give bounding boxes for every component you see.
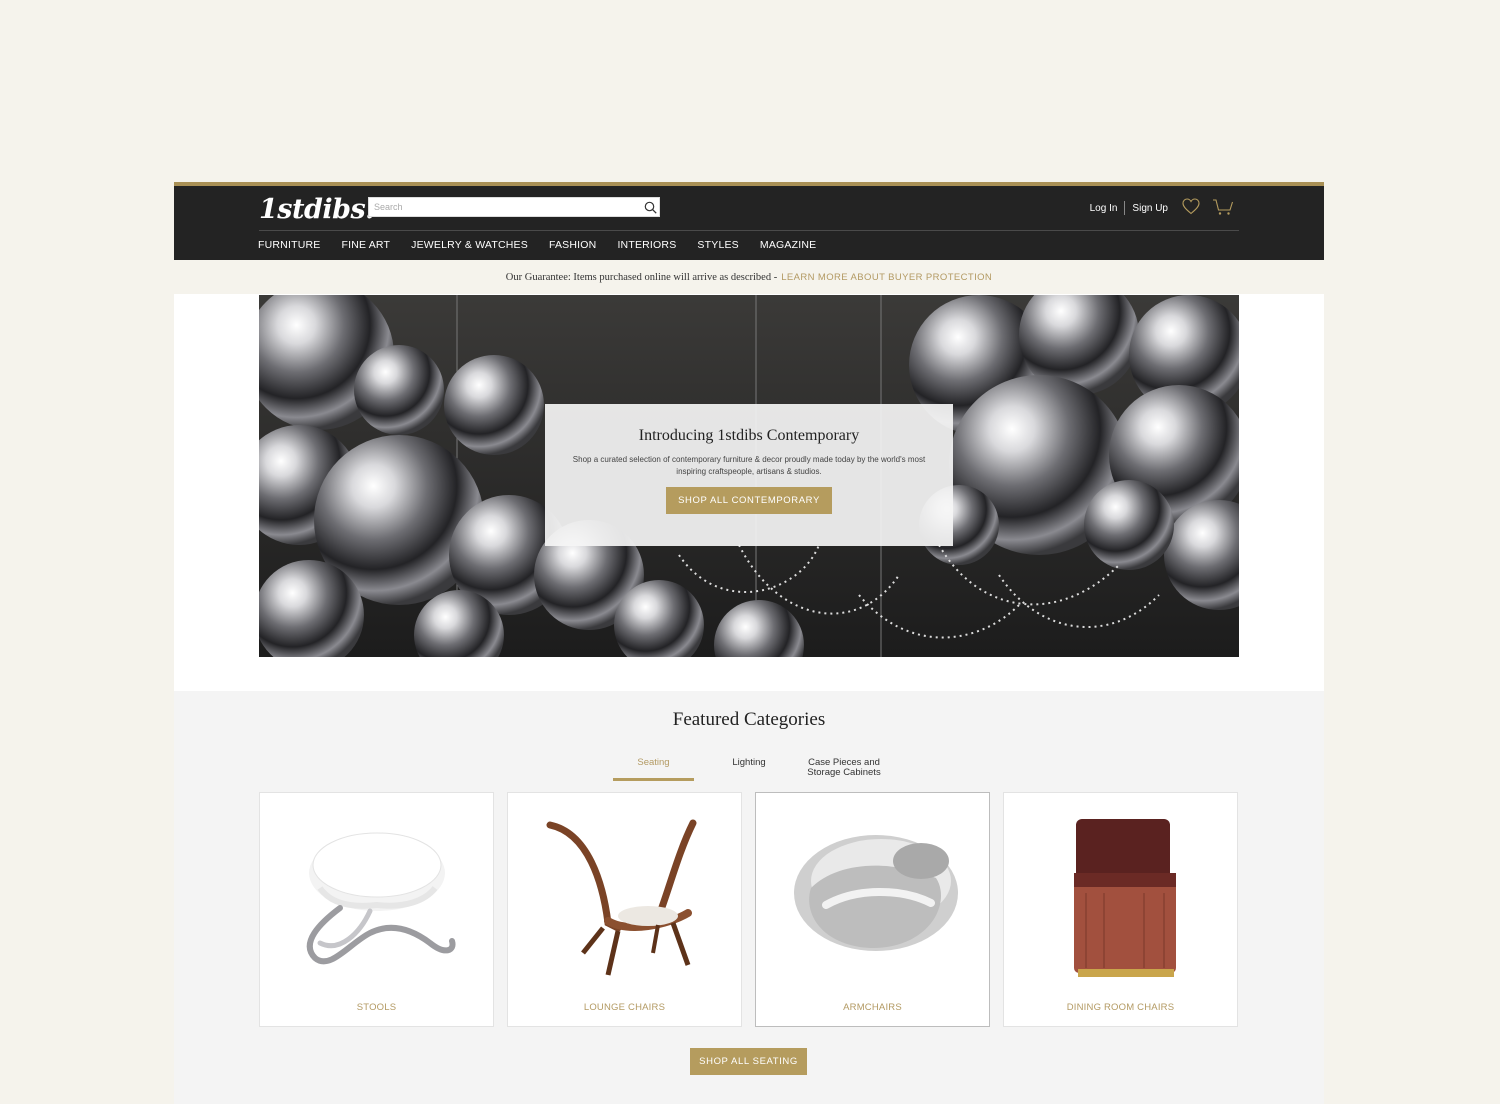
card-dining-room-chairs[interactable]: DINING ROOM CHAIRS	[1003, 792, 1238, 1027]
heart-icon[interactable]	[1182, 198, 1200, 220]
hero-card: Introducing 1stdibs Contemporary Shop a …	[545, 404, 953, 546]
search-icon[interactable]	[641, 198, 659, 216]
guarantee-banner: Our Guarantee: Items purchased online wi…	[174, 260, 1324, 294]
header-divider	[259, 230, 1239, 231]
shop-seating-button[interactable]: SHOP ALL SEATING	[690, 1048, 807, 1075]
card-label-lounge-chairs: LOUNGE CHAIRS	[583, 1002, 666, 1013]
account-links: Log In Sign Up	[1090, 201, 1168, 215]
tab-seating[interactable]: Seating	[613, 758, 694, 768]
search-bar[interactable]	[368, 197, 660, 217]
nav-jewelry-watches[interactable]: JEWELRY & WATCHES	[411, 239, 528, 251]
guarantee-text: Our Guarantee: Items purchased online wi…	[505, 271, 778, 283]
main-nav: FURNITURE FINE ART JEWELRY & WATCHES FAS…	[258, 239, 837, 251]
site-header: 1stdibs. Log In Sign Up	[174, 186, 1324, 260]
tab-lighting[interactable]: Lighting	[719, 758, 779, 768]
site-frame: 1stdibs. Log In Sign Up	[174, 182, 1324, 1104]
tab-active-indicator	[613, 778, 694, 781]
category-cards: STOOLS LOUNGE CHAIRS ARMCHAIRS DINING RO…	[259, 792, 1238, 1027]
logo[interactable]: 1stdibs.	[259, 194, 375, 225]
search-input[interactable]	[369, 199, 641, 215]
buyer-protection-link[interactable]: LEARN MORE ABOUT BUYER PROTECTION	[781, 272, 992, 283]
nav-styles[interactable]: STYLES	[697, 239, 738, 251]
nav-fashion[interactable]: FASHION	[549, 239, 597, 251]
card-label-armchairs: ARMCHAIRS	[843, 1002, 902, 1013]
nav-magazine[interactable]: MAGAZINE	[760, 239, 816, 251]
card-lounge-chairs[interactable]: LOUNGE CHAIRS	[507, 792, 742, 1027]
cart-icon[interactable]	[1212, 198, 1234, 221]
card-stools[interactable]: STOOLS	[259, 792, 494, 1027]
featured-title: Featured Categories	[672, 709, 826, 730]
hero-banner[interactable]: Introducing 1stdibs Contemporary Shop a …	[259, 295, 1239, 657]
card-label-dining-room-chairs: DINING ROOM CHAIRS	[1066, 1002, 1175, 1013]
lounge-chair-image	[546, 819, 697, 976]
divider	[1124, 201, 1126, 215]
hero-description: Shop a curated selection of contemporary…	[572, 455, 926, 476]
shop-contemporary-button[interactable]: SHOP ALL CONTEMPORARY	[666, 487, 832, 514]
card-label-stools: STOOLS	[356, 1002, 397, 1013]
login-link[interactable]: Log In	[1090, 203, 1118, 214]
armchair-image	[794, 835, 958, 951]
nav-fine-art[interactable]: FINE ART	[341, 239, 390, 251]
card-armchairs[interactable]: ARMCHAIRS	[755, 792, 990, 1027]
signup-link[interactable]: Sign Up	[1132, 203, 1168, 214]
hero-title: Introducing 1stdibs Contemporary	[638, 427, 860, 444]
featured-categories: Featured Categories Seating Lighting Cas…	[174, 691, 1324, 1104]
tab-case-pieces[interactable]: Case Pieces and Storage Cabinets	[802, 758, 886, 778]
nav-interiors[interactable]: INTERIORS	[617, 239, 676, 251]
dining-chair-image	[1074, 819, 1176, 977]
stool-image	[306, 832, 456, 965]
nav-furniture[interactable]: FURNITURE	[258, 239, 320, 251]
